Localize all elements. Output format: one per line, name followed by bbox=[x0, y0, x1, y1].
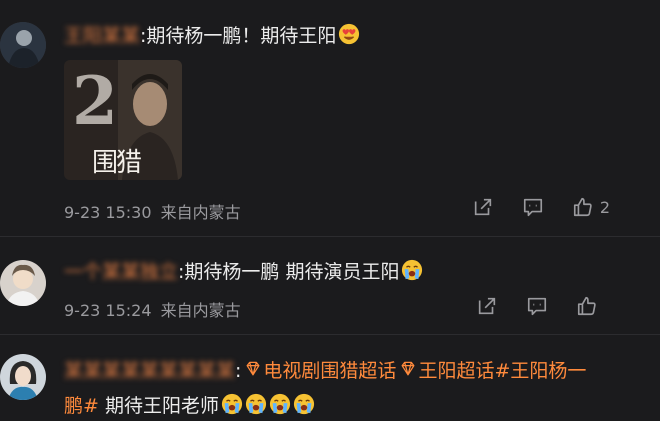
hashtag-link-continued[interactable]: 鹏# bbox=[64, 395, 99, 417]
location: 来自内蒙古 bbox=[160, 203, 241, 222]
timestamp: 9-23 15:30 bbox=[64, 203, 152, 222]
thumbs-up-icon bbox=[577, 296, 596, 316]
like-button[interactable]: 2 bbox=[572, 196, 610, 218]
avatar[interactable] bbox=[0, 22, 46, 68]
like-count: 2 bbox=[599, 197, 610, 217]
comment-image[interactable]: 2 围猎 bbox=[64, 60, 182, 180]
location: 来自内蒙古 bbox=[160, 301, 241, 320]
crying-emoji bbox=[221, 393, 243, 415]
comment-button[interactable] bbox=[522, 196, 544, 218]
topic-link[interactable]: 电视剧围猎超话 bbox=[263, 360, 396, 382]
comment-line: 王阳某某:期待杨一鹏！期待王阳 bbox=[64, 23, 360, 49]
comment-icon bbox=[527, 297, 547, 316]
diamond-topic-icon bbox=[246, 361, 260, 376]
like-button[interactable] bbox=[576, 295, 598, 317]
share-button[interactable] bbox=[472, 196, 494, 218]
avatar-image bbox=[0, 22, 46, 68]
comment-icon bbox=[523, 198, 542, 217]
topic-link[interactable]: 王阳超话 bbox=[418, 360, 494, 382]
divider bbox=[0, 236, 660, 237]
comment-text: 期待王阳老师 bbox=[98, 395, 219, 417]
comment-text: 期待杨一鹏！期待王阳 bbox=[146, 25, 337, 47]
avatar-image bbox=[0, 260, 46, 306]
comment-meta: 9-23 15:24 来自内蒙古 bbox=[64, 297, 241, 321]
share-button[interactable] bbox=[476, 295, 498, 317]
comment-actions: 2 bbox=[472, 196, 610, 218]
comment-meta: 9-23 15:30 来自内蒙古 bbox=[64, 199, 241, 223]
hashtag-link[interactable]: #王阳杨一 bbox=[494, 360, 586, 382]
comment-text: 期待杨一鹏 期待演员王阳 bbox=[184, 261, 400, 283]
episode-number: 2 bbox=[72, 62, 118, 140]
heart-eyes-emoji bbox=[339, 23, 360, 45]
crying-emoji bbox=[269, 393, 291, 415]
timestamp: 9-23 15:24 bbox=[64, 301, 152, 320]
avatar-image bbox=[0, 354, 46, 400]
username[interactable]: 某某某某某某某某某 bbox=[64, 360, 235, 382]
comment-line-2: 鹏# 期待王阳老师 bbox=[64, 393, 315, 419]
comment-line: 一个某某独立:期待杨一鹏 期待演员王阳 bbox=[64, 259, 423, 285]
crying-emoji bbox=[402, 259, 423, 281]
separator: : bbox=[235, 360, 242, 382]
share-icon bbox=[474, 198, 491, 216]
comment-actions bbox=[476, 295, 610, 317]
crying-emoji bbox=[293, 393, 315, 415]
comment-button[interactable] bbox=[526, 295, 548, 317]
avatar[interactable] bbox=[0, 260, 46, 306]
username[interactable]: 一个某某独立 bbox=[64, 261, 178, 283]
drama-title: 围猎 bbox=[92, 148, 142, 178]
username[interactable]: 王阳某某 bbox=[64, 25, 140, 47]
avatar[interactable] bbox=[0, 354, 46, 400]
share-icon bbox=[478, 297, 496, 315]
crying-emoji bbox=[245, 393, 267, 415]
divider bbox=[0, 334, 660, 335]
thumbs-up-icon bbox=[573, 197, 592, 217]
comment-line-1: 某某某某某某某某某: 电视剧围猎超话 王阳超话#王阳杨一 bbox=[64, 358, 586, 384]
diamond-topic-icon bbox=[401, 361, 415, 376]
